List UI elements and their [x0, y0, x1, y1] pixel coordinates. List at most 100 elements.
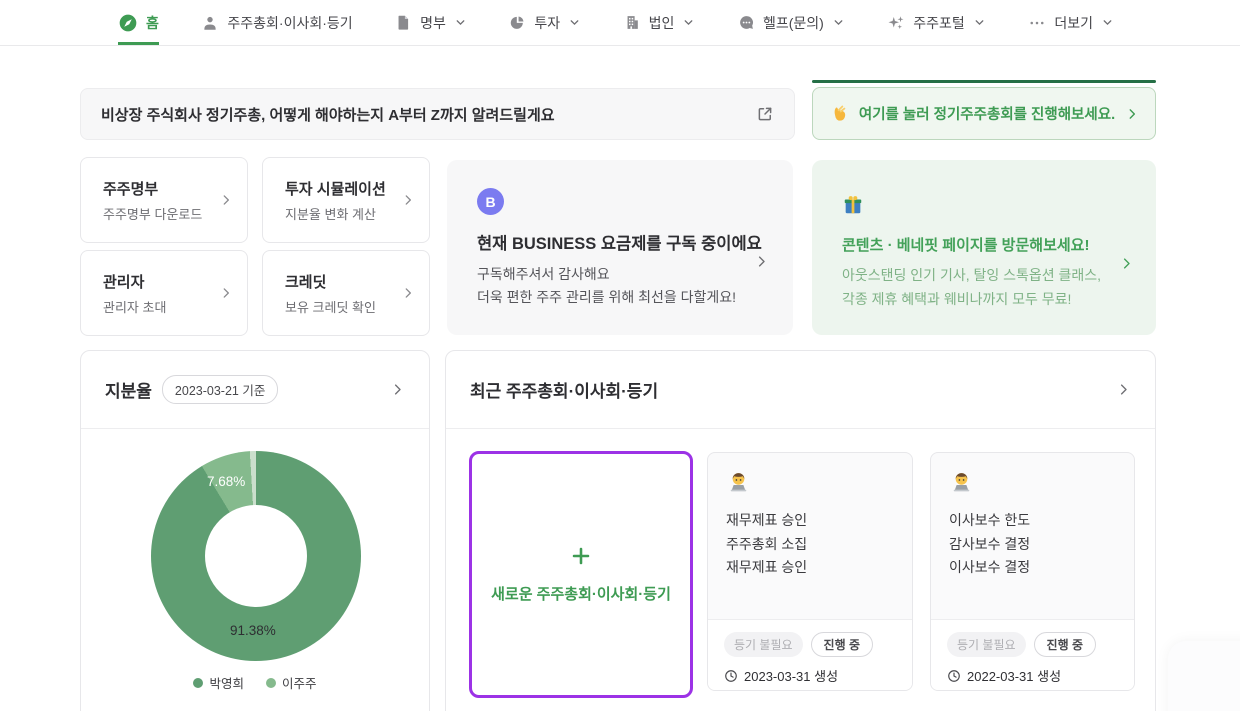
agenda-line: 재무제표 승인	[726, 509, 894, 533]
person-icon	[201, 14, 219, 32]
external-link-icon	[756, 105, 774, 123]
compass-icon	[118, 13, 138, 33]
technologist-emoji	[949, 469, 974, 494]
chevron-right-icon	[401, 286, 415, 300]
meeting-card[interactable]: 재무제표 승인 주주총회 소집 재무제표 승인 등기 불필요 진행 중 2023…	[707, 452, 913, 691]
legend-label: 박영희	[209, 673, 244, 692]
subscription-plan-card[interactable]: B 현재 BUSINESS 요금제를 구독 중이에요 구독해주셔서 감사해요 더…	[447, 160, 793, 335]
chevron-down-icon	[1101, 16, 1114, 29]
benefit-line: 각종 제휴 혜택과 웨비나까지 모두 무료!	[842, 287, 1156, 311]
quick-card-credit[interactable]: 크레딧 보유 크레딧 확인	[262, 250, 430, 336]
donut-legend: 박영희 이주주	[81, 673, 429, 692]
recent-title: 최근 주주총회·이사회·등기	[470, 377, 658, 402]
as-of-badge: 2023-03-21 기준	[162, 375, 278, 404]
nav-item-help[interactable]: 헬프(문의)	[738, 0, 845, 45]
nav-item-home[interactable]: 홈	[118, 0, 159, 45]
ownership-donut-chart: 7.68% 91.38%	[151, 451, 361, 661]
benefit-line: 아웃스탠딩 인기 기사, 탈잉 스톡옵션 클래스,	[842, 263, 1156, 287]
chat-icon	[738, 14, 755, 31]
pie-chart-icon	[509, 14, 526, 31]
clap-emoji	[829, 104, 849, 124]
meeting-card-body: 이사보수 한도 감사보수 결정 이사보수 결정	[931, 453, 1134, 621]
notice-banner[interactable]: 비상장 주식회사 정기주총, 어떻게 해야하는지 A부터 Z까지 알려드릴게요	[80, 88, 795, 140]
technologist-emoji	[726, 469, 751, 494]
nav-item-meetings[interactable]: 주주총회·이사회·등기	[201, 0, 352, 45]
legend-dot	[193, 678, 203, 688]
ownership-title: 지분율	[105, 377, 152, 402]
ellipsis-icon	[1028, 14, 1046, 32]
legend-label: 이주주	[282, 673, 317, 692]
document-icon	[395, 14, 412, 31]
plan-line: 더욱 편한 주주 관리를 위해 최선을 다할게요!	[477, 286, 793, 309]
ownership-panel-header[interactable]: 지분율 2023-03-21 기준	[81, 351, 429, 429]
chevron-down-icon	[832, 16, 845, 29]
chevron-right-icon	[390, 382, 405, 397]
ownership-panel: 지분율 2023-03-21 기준 7.68% 91.38% 박영희 이주주	[80, 350, 430, 711]
plan-badge: B	[477, 188, 504, 215]
nav-label: 투자	[534, 13, 560, 33]
chevron-right-icon	[1125, 107, 1139, 121]
nav-label: 헬프(문의)	[763, 13, 824, 33]
clock-icon	[947, 669, 961, 683]
annual-meeting-cta-banner[interactable]: 여기를 눌러 정기주주총회를 진행해보세요.	[812, 87, 1156, 140]
legend-item: 박영희	[193, 673, 244, 692]
chevron-right-icon	[754, 254, 769, 269]
quick-card-admin[interactable]: 관리자 관리자 초대	[80, 250, 248, 336]
meeting-card[interactable]: 이사보수 한도 감사보수 결정 이사보수 결정 등기 불필요 진행 중 2022…	[930, 452, 1135, 691]
recent-panel-header[interactable]: 최근 주주총회·이사회·등기	[446, 351, 1155, 429]
chevron-down-icon	[682, 16, 695, 29]
benefit-page-card[interactable]: 콘텐츠 · 베네핏 페이지를 방문해보세요! 아웃스탠딩 인기 기사, 탈잉 스…	[812, 160, 1156, 335]
chevron-down-icon	[454, 16, 467, 29]
plus-icon	[570, 545, 592, 567]
nav-label: 홈	[146, 13, 159, 33]
created-date: 2023-03-31 생성	[744, 666, 838, 685]
nav-item-more[interactable]: 더보기	[1028, 0, 1114, 45]
new-meeting-label: 새로운 주주총회·이사회·등기	[491, 583, 671, 604]
donut-label-secondary: 7.68%	[207, 474, 245, 489]
ownership-open-button[interactable]	[390, 382, 405, 397]
nav-item-register[interactable]: 명부	[395, 0, 467, 45]
donut-hole	[205, 505, 307, 607]
agenda-line: 재무제표 승인	[726, 556, 894, 580]
cta-banner-text: 여기를 눌러 정기주주총회를 진행해보세요.	[859, 103, 1115, 124]
chevron-right-icon	[1116, 382, 1131, 397]
registration-status-badge: 등기 불필요	[947, 632, 1026, 657]
plan-title: 현재 BUSINESS 요금제를 구독 중이에요	[477, 230, 793, 254]
legend-dot	[266, 678, 276, 688]
agenda-line: 이사보수 한도	[949, 509, 1116, 533]
chevron-right-icon	[219, 193, 233, 207]
chevron-right-icon	[219, 286, 233, 300]
nav-label: 주주포털	[913, 13, 965, 33]
progress-status-badge: 진행 중	[811, 632, 873, 657]
meeting-card-footer: 등기 불필요 진행 중 2023-03-31 생성	[708, 619, 912, 690]
agenda-line: 주주총회 소집	[726, 533, 894, 557]
progress-status-badge: 진행 중	[1034, 632, 1096, 657]
donut-label-main: 91.38%	[230, 623, 276, 638]
notice-banner-text: 비상장 주식회사 정기주총, 어떻게 해야하는지 A부터 Z까지 알려드릴게요	[101, 104, 555, 125]
clock-icon	[724, 669, 738, 683]
top-navigation: 홈 주주총회·이사회·등기 명부 투자 법인 헬프(문의) 주주포털	[0, 0, 1240, 46]
chevron-down-icon	[568, 16, 581, 29]
quick-card-shareholder-register[interactable]: 주주명부 주주명부 다운로드	[80, 157, 248, 243]
nav-label: 더보기	[1054, 13, 1093, 33]
cta-top-line	[812, 80, 1156, 83]
recent-meetings-panel: 최근 주주총회·이사회·등기 새로운 주주총회·이사회·등기 재무제표 승인 주…	[445, 350, 1156, 711]
nav-label: 법인	[649, 13, 675, 33]
nav-label: 주주총회·이사회·등기	[227, 13, 352, 33]
chat-widget[interactable]	[1168, 641, 1240, 711]
nav-item-shareholder-portal[interactable]: 주주포털	[887, 0, 986, 45]
chevron-down-icon	[973, 16, 986, 29]
plan-line: 구독해주셔서 감사해요	[477, 263, 793, 286]
quick-card-investment-simulation[interactable]: 투자 시뮬레이션 지분율 변화 계산	[262, 157, 430, 243]
nav-item-investment[interactable]: 투자	[509, 0, 581, 45]
agenda-line: 이사보수 결정	[949, 556, 1116, 580]
new-meeting-button[interactable]: 새로운 주주총회·이사회·등기	[469, 451, 693, 698]
nav-label: 명부	[420, 13, 446, 33]
meeting-card-body: 재무제표 승인 주주총회 소집 재무제표 승인	[708, 453, 912, 621]
home-page: 홈 주주총회·이사회·등기 명부 투자 법인 헬프(문의) 주주포털	[0, 0, 1240, 711]
agenda-line: 감사보수 결정	[949, 533, 1116, 557]
nav-item-corporation[interactable]: 법인	[624, 0, 696, 45]
chevron-right-icon	[1119, 256, 1134, 271]
meeting-card-footer: 등기 불필요 진행 중 2022-03-31 생성	[931, 619, 1134, 690]
recent-open-button[interactable]	[1116, 382, 1131, 397]
